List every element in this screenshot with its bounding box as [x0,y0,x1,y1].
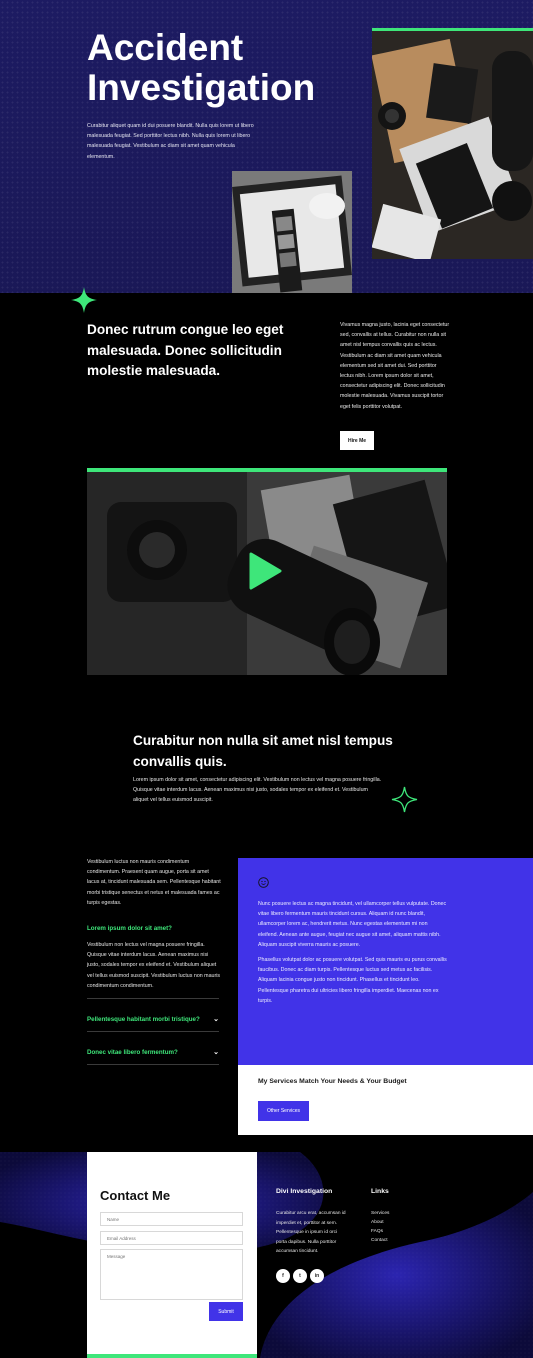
chevron-down-icon: ⌄ [213,1016,219,1023]
email-field[interactable] [100,1231,243,1245]
submit-button[interactable]: Submit [209,1302,243,1321]
services-title: My Services Match Your Needs & Your Budg… [258,1078,407,1085]
panel-text-1: Nunc posuere lectus ac magna tincidunt, … [258,901,447,948]
faq-intro-text: Vestibulum luctus non mauris condimentum… [87,859,221,906]
other-services-button[interactable]: Other Services [258,1101,309,1121]
footer-link-faqs[interactable]: FAQs [371,1229,383,1234]
message-field[interactable] [100,1249,243,1300]
footer-links-title: Links [371,1188,389,1195]
chevron-down-icon: ⌄ [213,1049,219,1056]
quote-text: Lorem ipsum dolor sit amet, consectetur … [133,777,382,804]
faq-question-label: Donec vitae libero fermentum? [87,1048,178,1056]
facebook-icon[interactable]: f [276,1269,290,1283]
hero-image-desk [372,28,533,259]
divider [87,1064,219,1065]
panel-text-2: Phasellus volutpat dolor ac posuere volu… [258,957,447,1004]
divider [87,998,219,999]
sparkle-outline-icon [391,786,418,813]
faq-question-2[interactable]: Donec vitae libero fermentum? ⌄ [87,1048,219,1057]
faq-question-1[interactable]: Pellentesque habitant morbi tristique? ⌄ [87,1015,219,1024]
hero-text: Curabitur aliquet quam id dui posuere bl… [87,123,254,160]
services-box [238,1065,533,1135]
footer-brand-text: Curabitur arcu erat, accumsan id imperdi… [276,1211,346,1254]
hero-image-film [232,171,352,293]
footer-link-contact[interactable]: Contact [371,1238,388,1243]
sparkle-icon [71,287,97,313]
play-icon[interactable] [248,552,282,590]
hero-title: Accident Investigation [87,27,316,108]
footer-brand-title: Divi Investigation [276,1188,333,1195]
footer-link-services[interactable]: Services [371,1211,389,1216]
intro-heading: Donec rutrum congue leo eget malesuada. … [87,322,284,378]
hire-me-button[interactable]: Hire Me [340,431,374,450]
smile-icon [258,877,269,888]
footer-link-about[interactable]: About [371,1220,384,1225]
name-field[interactable] [100,1212,243,1226]
footer-background [0,1152,533,1358]
linkedin-icon[interactable]: in [310,1269,324,1283]
intro-text: Vivamus magna justo, lacinia eget consec… [340,322,450,410]
quote-heading: Curabitur non nulla sit amet nisl tempus… [133,733,393,769]
faq-subheading: Lorem ipsum dolor sit amet? [87,925,172,932]
contact-title: Contact Me [100,1188,171,1203]
divider [87,1031,219,1032]
faq-answer-text: Vestibulum non lectus vel magna posuere … [87,942,221,989]
faq-question-label: Pellentesque habitant morbi tristique? [87,1015,200,1023]
twitter-icon[interactable]: t [293,1269,307,1283]
